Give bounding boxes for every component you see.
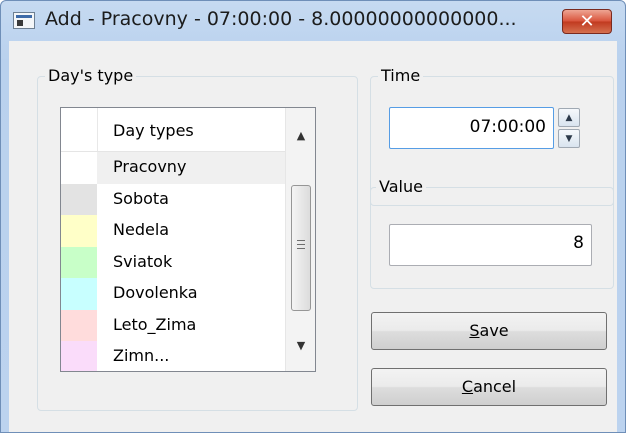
cancel-mnemonic: C (461, 377, 474, 396)
spin-down-icon[interactable]: ▼ (558, 129, 580, 148)
list-item-label: Leto_Zima (113, 314, 197, 334)
color-swatch (61, 278, 97, 310)
days-type-group-label: Day's type (45, 66, 137, 86)
list-item-label: Sobota (113, 188, 169, 208)
color-column-header (61, 108, 98, 151)
list-item[interactable]: Dovolenka (61, 278, 285, 310)
cancel-label-rest: ancel (473, 377, 517, 396)
scroll-down-icon[interactable]: ▼ (286, 332, 315, 358)
list-item-label: Sviatok (113, 251, 173, 271)
save-mnemonic: S (469, 321, 480, 340)
days-type-group: Day's type Day types Pracovny Sobota Nedel… (37, 66, 358, 411)
list-item-label: Dovolenka (113, 283, 198, 302)
list-item[interactable]: Pracovny (61, 152, 285, 184)
list-item-label: Zimn... (113, 346, 170, 365)
spin-up-icon[interactable]: ▲ (558, 108, 580, 127)
list-item[interactable]: Zimn... (61, 341, 285, 371)
scroll-up-icon[interactable]: ▲ (286, 122, 315, 148)
day-types-header-label: Day types (113, 121, 194, 140)
save-button[interactable]: Save (371, 312, 607, 350)
value-group-label: Value (376, 177, 426, 197)
color-swatch (61, 183, 97, 215)
list-item-label: Nedela (113, 220, 170, 239)
color-swatch (61, 215, 97, 247)
time-group-label: Time (378, 66, 424, 86)
save-label-rest: ave (479, 321, 509, 340)
scrollbar-thumb[interactable] (291, 185, 311, 311)
day-types-header[interactable]: Day types (61, 108, 285, 152)
close-button[interactable]: ✕ (562, 9, 612, 34)
color-swatch (61, 309, 97, 341)
window-app-icon[interactable] (13, 12, 35, 29)
time-spinner[interactable]: ▲ ▼ (558, 108, 580, 148)
close-icon: ✕ (579, 10, 595, 32)
color-swatch (61, 246, 97, 278)
list-item[interactable]: Sviatok (61, 246, 285, 278)
window-title: Add - Pracovny - 07:00:00 - 8.0000000000… (45, 8, 517, 30)
time-input[interactable]: 07:00:00 (389, 107, 554, 149)
list-item[interactable]: Sobota (61, 183, 285, 215)
list-item[interactable]: Leto_Zima (61, 309, 285, 341)
dialog-window: Add - Pracovny - 07:00:00 - 8.0000000000… (0, 0, 626, 433)
day-types-list[interactable]: Day types Pracovny Sobota Nedela Sviatok Dov… (60, 107, 316, 372)
day-types-rows: Pracovny Sobota Nedela Sviatok Dovolenka Leto… (61, 152, 285, 371)
color-swatch (61, 341, 97, 371)
dialog-client-area: Day's type Day types Pracovny Sobota Nedel… (9, 41, 617, 432)
color-swatch (61, 152, 97, 184)
title-bar[interactable]: Add - Pracovny - 07:00:00 - 8.0000000000… (1, 1, 625, 41)
list-vertical-scrollbar[interactable]: ▲ ▼ (285, 108, 315, 371)
list-item[interactable]: Nedela (61, 215, 285, 247)
cancel-button[interactable]: Cancel (371, 368, 607, 406)
list-item-label: Pracovny (113, 157, 187, 176)
value-input[interactable]: 8 (389, 224, 592, 266)
